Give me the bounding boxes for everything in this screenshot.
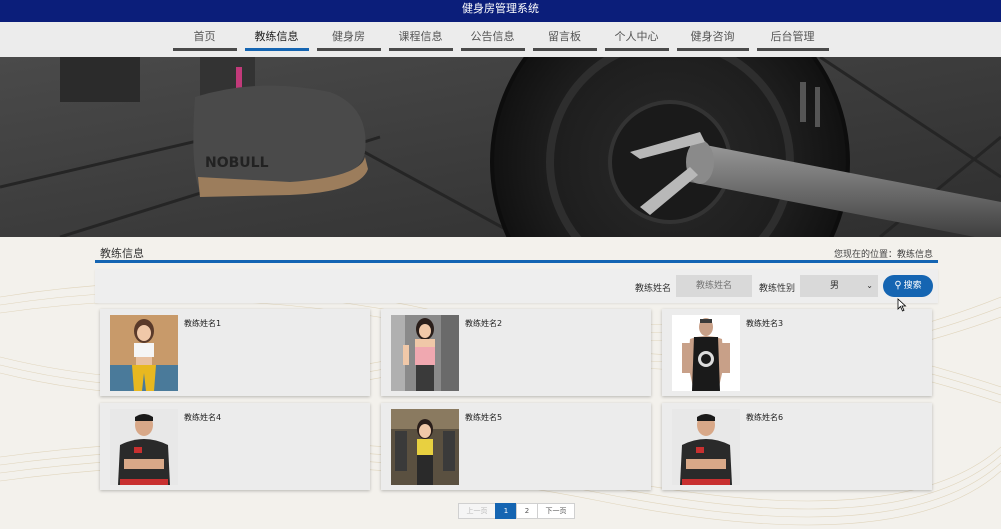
mouse-cursor-icon bbox=[897, 298, 907, 312]
coach-photo-1[interactable] bbox=[110, 315, 178, 391]
coach-card-1[interactable]: 教练姓名1 bbox=[100, 309, 370, 396]
section-title: 教练信息 bbox=[100, 247, 144, 260]
coach-card-3[interactable]: 教练姓名3 bbox=[662, 309, 932, 396]
coach-photo-3[interactable] bbox=[672, 315, 740, 391]
coach-gender-label: 教练性别 bbox=[759, 284, 796, 294]
coach-card-6[interactable]: 教练姓名6 bbox=[662, 403, 932, 490]
coach-photo-4[interactable] bbox=[110, 409, 178, 485]
nav-item-gym[interactable]: 健身房 bbox=[316, 28, 381, 51]
nav-item-home[interactable]: 首页 bbox=[172, 28, 237, 51]
nav-item-courses[interactable]: 课程信息 bbox=[388, 28, 453, 51]
next-page-button[interactable]: 下一页 bbox=[537, 503, 575, 519]
pagination: 上一页 1 2 下一页 bbox=[458, 503, 575, 519]
section-header: 教练信息 您现在的位置：教练信息 bbox=[95, 245, 938, 263]
nav-item-admin[interactable]: 后台管理 bbox=[756, 28, 829, 51]
coach-photo-6[interactable] bbox=[672, 409, 740, 485]
coach-gender-select[interactable]: 男 ⌄ bbox=[800, 275, 878, 297]
hero-banner: NOBULL bbox=[0, 57, 1001, 237]
content-area: 教练信息 您现在的位置：教练信息 教练姓名 教练性别 男 ⌄ ⚲搜索 教练 bbox=[0, 237, 1001, 529]
nav-item-announcements[interactable]: 公告信息 bbox=[460, 28, 525, 51]
prev-page-button[interactable]: 上一页 bbox=[458, 503, 496, 519]
chevron-down-icon: ⌄ bbox=[866, 281, 873, 290]
coach-name-3[interactable]: 教练姓名3 bbox=[746, 318, 783, 329]
app-title: 健身房管理系统 bbox=[462, 2, 539, 15]
app-title-bar: 健身房管理系统 bbox=[0, 0, 1001, 22]
search-button-label: 搜索 bbox=[903, 281, 922, 291]
coach-name-6[interactable]: 教练姓名6 bbox=[746, 412, 783, 423]
svg-text:NOBULL: NOBULL bbox=[205, 155, 269, 171]
coach-photo-5[interactable] bbox=[391, 409, 459, 485]
main-nav: 首页 教练信息 健身房 课程信息 公告信息 留言板 个人中心 健身咨询 后台管理 bbox=[0, 22, 1001, 57]
banner-image: NOBULL bbox=[0, 57, 1001, 237]
search-button[interactable]: ⚲ 搜索 bbox=[883, 275, 933, 297]
breadcrumb: 您现在的位置：教练信息 bbox=[833, 250, 933, 260]
nav-item-message-board[interactable]: 留言板 bbox=[532, 28, 597, 51]
coach-name-4[interactable]: 教练姓名4 bbox=[184, 412, 221, 423]
coach-name-1[interactable]: 教练姓名1 bbox=[184, 318, 221, 329]
coach-card-4[interactable]: 教练姓名4 bbox=[100, 403, 370, 490]
coach-card-2[interactable]: 教练姓名2 bbox=[381, 309, 651, 396]
coach-name-input[interactable] bbox=[676, 275, 752, 297]
search-icon: ⚲ bbox=[894, 280, 902, 291]
coach-name-2[interactable]: 教练姓名2 bbox=[465, 318, 502, 329]
gender-selected-value: 男 bbox=[830, 281, 840, 291]
nav-item-personal-center[interactable]: 个人中心 bbox=[604, 28, 669, 51]
coach-card-5[interactable]: 教练姓名5 bbox=[381, 403, 651, 490]
coach-name-5[interactable]: 教练姓名5 bbox=[465, 412, 502, 423]
search-bar: 教练姓名 教练性别 男 ⌄ ⚲搜索 bbox=[95, 269, 938, 303]
page-1-button[interactable]: 1 bbox=[495, 503, 517, 519]
coach-photo-2[interactable] bbox=[391, 315, 459, 391]
coach-name-label: 教练姓名 bbox=[635, 284, 672, 294]
nav-item-fitness-consult[interactable]: 健身咨询 bbox=[676, 28, 749, 51]
page-2-button[interactable]: 2 bbox=[516, 503, 538, 519]
nav-item-coach-info[interactable]: 教练信息 bbox=[244, 28, 309, 51]
